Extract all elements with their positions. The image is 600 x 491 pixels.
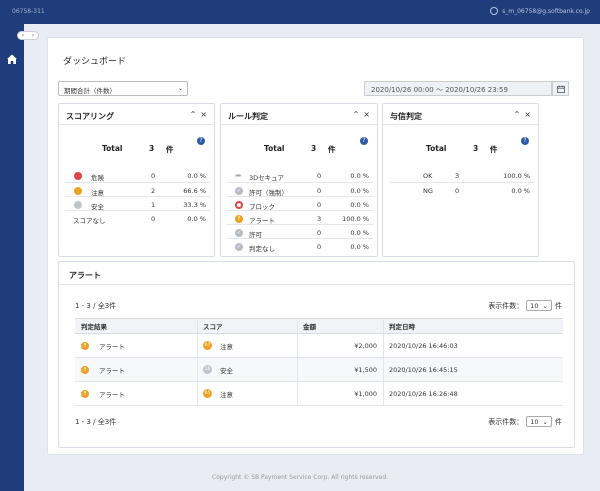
pager-summary-top: 1 - 3 / 全3件 xyxy=(75,302,117,310)
check-circle-icon: ✓ xyxy=(235,187,243,195)
table-header: 判定結果 スコア 金額 判定日時 xyxy=(75,318,563,334)
main-content: ダッシュボード 期間合計（件数） ⌄ 2020/10/26 00:00 ～ 20… xyxy=(47,37,584,455)
user-icon xyxy=(490,7,499,15)
alert-section-title: アラート xyxy=(69,271,101,280)
user-email: s_m_06758@g.softbank.co.jp xyxy=(502,7,590,15)
collapse-icon[interactable]: ⌃ xyxy=(514,110,521,119)
card-header: スコアリング ⌃ × xyxy=(59,104,214,125)
total-value: 3 xyxy=(473,144,479,153)
alert-section: アラート 1 - 3 / 全3件 表示件数： 10 ⌄ 件 判定結果 スコア 金額… xyxy=(58,261,575,448)
block-icon xyxy=(235,201,243,209)
collapse-icon[interactable]: ⌃ xyxy=(353,110,360,119)
score-badge: 67 xyxy=(203,341,212,350)
score-badge: 16 xyxy=(203,365,212,374)
caution-dot-icon xyxy=(74,187,82,195)
list-item: OK 3 100.0 % xyxy=(423,172,530,180)
period-select-value: 期間合計（件数） xyxy=(64,87,116,95)
scoring-card: スコアリング ⌃ × ? Total 3 件 危険 0 0.0 % 注意 2 66… xyxy=(58,103,215,257)
per-page-control-top: 表示件数： 10 ⌄ 件 xyxy=(488,300,562,311)
list-item: 危険 0 0.0 % xyxy=(65,168,210,182)
help-icon[interactable]: ? xyxy=(360,137,368,145)
close-icon[interactable]: × xyxy=(363,110,370,119)
card-header: 与信判定 ⌃ × xyxy=(383,104,538,125)
alert-icon: ! xyxy=(81,365,89,374)
score-badge: 65 xyxy=(203,389,212,398)
check-circle-icon: ✓ xyxy=(235,243,243,251)
home-icon[interactable] xyxy=(5,52,19,66)
close-icon[interactable]: × xyxy=(524,110,531,119)
total-unit: 件 xyxy=(328,145,336,154)
total-label: Total xyxy=(102,144,123,153)
table-row[interactable]: ! アラート 16 安全 ¥1,500 2020/10/26 16:45:15 xyxy=(75,358,563,382)
rule-card: ルール判定 ⌃ × ? Total 3 件 ➦ 3Dセキュア 0 0.0 % ✓ … xyxy=(220,103,378,257)
chevron-down-icon: ⌄ xyxy=(177,85,183,92)
card-title: スコアリング xyxy=(66,112,114,121)
alert-icon: ! xyxy=(235,215,243,223)
chevron-right-icon: › xyxy=(31,32,35,39)
share-arrow-icon: ➦ xyxy=(235,171,242,180)
chevron-left-icon: ‹ xyxy=(21,32,25,39)
list-item: ✓ 許可 0 0.0 % xyxy=(227,224,373,239)
sidebar-toggle-button[interactable]: ‹ › xyxy=(17,31,39,40)
safe-dot-icon xyxy=(74,201,82,209)
chevron-down-icon: ⌄ xyxy=(542,302,548,310)
date-range-input[interactable]: 2020/10/26 00:00 ～ 2020/10/26 23:59 xyxy=(364,81,552,96)
total-value: 3 xyxy=(149,144,155,153)
close-icon[interactable]: × xyxy=(200,110,207,119)
per-page-select[interactable]: 10 ⌄ xyxy=(526,300,552,311)
list-item: 注意 2 66.6 % xyxy=(65,182,210,197)
list-item: ! アラート 3 100.0 % xyxy=(227,210,373,225)
list-item: ➦ 3Dセキュア 0 0.0 % xyxy=(235,171,369,182)
list-item: スコアなし 0 0.0 % xyxy=(65,210,210,225)
total-label: Total xyxy=(426,144,447,153)
sidebar xyxy=(0,24,24,491)
card-title: ルール判定 xyxy=(228,112,268,121)
merchant-id: 06758-311 xyxy=(12,8,45,15)
calendar-button[interactable] xyxy=(552,81,569,96)
card-title: 与信判定 xyxy=(390,112,422,121)
top-bar: 06758-311 s_m_06758@g.softbank.co.jp xyxy=(0,0,600,24)
calendar-icon xyxy=(556,85,565,93)
chevron-down-icon: ⌄ xyxy=(542,418,548,426)
period-select[interactable]: 期間合計（件数） ⌄ xyxy=(58,81,188,96)
card-header: ルール判定 ⌃ × xyxy=(221,104,377,125)
list-item: ✓ 判定なし 0 0.0 % xyxy=(227,238,373,253)
total-label: Total xyxy=(264,144,285,153)
total-unit: 件 xyxy=(490,145,498,154)
per-page-select[interactable]: 10 ⌄ xyxy=(526,416,552,427)
table-row[interactable]: ! アラート 67 注意 ¥2,000 2020/10/26 16:46:03 xyxy=(75,334,563,358)
pager-summary-bottom: 1 - 3 / 全3件 xyxy=(75,418,117,426)
list-item: ✓ 許可（強制） 0 0.0 % xyxy=(227,182,373,197)
per-page-control-bottom: 表示件数： 10 ⌄ 件 xyxy=(488,416,562,427)
collapse-icon[interactable]: ⌃ xyxy=(190,110,197,119)
footer: Copyright © SB Payment Service Corp. All… xyxy=(212,474,388,481)
total-unit: 件 xyxy=(166,145,174,154)
alert-icon: ! xyxy=(81,389,89,398)
check-circle-icon: ✓ xyxy=(235,229,243,237)
list-item: ブロック 0 0.0 % xyxy=(227,196,373,211)
total-value: 3 xyxy=(311,144,317,153)
help-icon[interactable]: ? xyxy=(197,137,205,145)
credit-card: 与信判定 ⌃ × ? Total 3 件 OK 3 100.0 % NG 0 0.… xyxy=(382,103,539,257)
list-item: 安全 1 33.3 % xyxy=(65,196,210,211)
user-menu[interactable]: s_m_06758@g.softbank.co.jp xyxy=(490,7,590,15)
table-row[interactable]: ! アラート 65 注意 ¥1,000 2020/10/26 16:26:48 xyxy=(75,382,563,406)
page-title: ダッシュボード xyxy=(63,57,127,67)
danger-dot-icon xyxy=(74,172,82,180)
alert-icon: ! xyxy=(81,341,89,350)
help-icon[interactable]: ? xyxy=(521,137,529,145)
list-item: NG 0 0.0 % xyxy=(389,182,534,196)
